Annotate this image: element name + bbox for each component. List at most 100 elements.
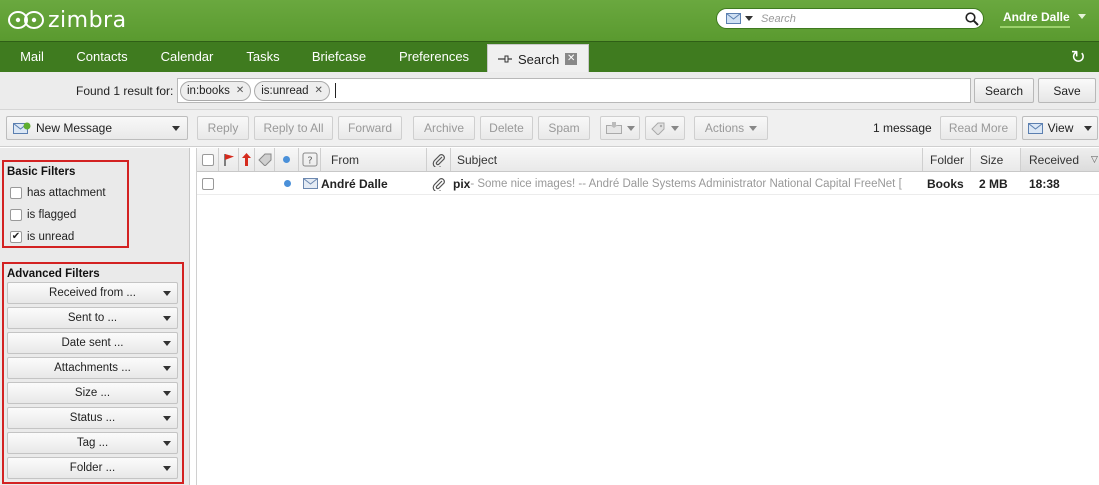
query-chip[interactable]: in:books ✕ (180, 80, 252, 101)
refresh-icon[interactable]: ↻ (1068, 47, 1088, 67)
search-icon[interactable] (961, 9, 983, 28)
remove-chip-icon[interactable]: ✕ (315, 85, 323, 96)
priority-column[interactable] (239, 148, 255, 171)
filter-sent-to[interactable]: Sent to ... (7, 307, 178, 329)
mail-icon (725, 13, 741, 24)
filter-has-attachment[interactable]: has attachment (10, 187, 106, 199)
svg-text:?: ? (307, 156, 312, 167)
chevron-down-icon[interactable] (172, 126, 180, 131)
row-size: 2 MB (979, 176, 1008, 191)
query-input[interactable]: in:books ✕ is:unread ✕ (177, 78, 971, 103)
new-message-button[interactable]: New Message (6, 116, 188, 140)
user-menu[interactable]: Andre Dalle (1000, 10, 1086, 30)
forward-button[interactable]: Forward (338, 116, 402, 140)
new-message-icon (13, 122, 31, 134)
read-more-button[interactable]: Read More (940, 116, 1017, 140)
tab-tasks[interactable]: Tasks (236, 42, 290, 72)
filter-label: has attachment (27, 187, 106, 199)
filter-size[interactable]: Size ... (7, 382, 178, 404)
tab-mail[interactable]: Mail (10, 42, 54, 72)
chevron-down-icon (163, 366, 171, 371)
chevron-down-icon (671, 125, 679, 131)
type-column[interactable]: ? (299, 148, 321, 171)
reply-button[interactable]: Reply (197, 116, 249, 140)
chevron-down-icon (163, 466, 171, 471)
advanced-filters-title: Advanced Filters (7, 268, 100, 280)
read-status-column[interactable] (275, 148, 299, 171)
filter-sidebar: Basic Filters has attachment is flagged … (0, 148, 190, 485)
attachment-column[interactable] (427, 148, 451, 171)
checkbox[interactable] (10, 187, 22, 199)
archive-button[interactable]: Archive (413, 116, 475, 140)
app-tabs: Mail Contacts Calendar Tasks Briefcase P… (0, 41, 1099, 73)
search-button[interactable]: Search (974, 78, 1034, 103)
chevron-down-icon (1084, 125, 1093, 131)
filter-is-flagged[interactable]: is flagged (10, 209, 76, 221)
pin-icon (498, 55, 512, 63)
filter-label: Received from ... (49, 287, 136, 299)
filter-is-unread[interactable]: ✔ is unread (10, 231, 74, 243)
received-header-label: Received (1029, 152, 1080, 167)
filter-received-from[interactable]: Received from ... (7, 282, 178, 304)
view-label: View (1047, 121, 1074, 135)
row-select[interactable] (197, 173, 219, 194)
unread-dot-icon (283, 156, 290, 163)
tab-briefcase[interactable]: Briefcase (304, 42, 374, 72)
flag-column[interactable] (219, 148, 239, 171)
delete-button[interactable]: Delete (480, 116, 533, 140)
reply-all-button[interactable]: Reply to All (254, 116, 333, 140)
spam-button[interactable]: Spam (538, 116, 590, 140)
row-checkbox[interactable] (202, 177, 214, 190)
chevron-down-icon (163, 391, 171, 396)
subject-column-header[interactable]: Subject (451, 148, 923, 171)
tag-column[interactable] (255, 148, 275, 171)
received-column-header[interactable]: Received ▽ (1021, 148, 1099, 171)
tag-icon (257, 153, 271, 166)
tag-button[interactable] (645, 116, 685, 140)
filter-attachments[interactable]: Attachments ... (7, 357, 178, 379)
search-type-dropdown[interactable] (717, 9, 761, 28)
select-all-column[interactable] (197, 148, 219, 171)
tab-search[interactable]: Search ✕ (487, 44, 589, 73)
folder-column-header[interactable]: Folder (923, 148, 971, 171)
chevron-down-icon (163, 291, 171, 296)
select-all-checkbox[interactable] (201, 153, 214, 166)
filter-label: Date sent ... (61, 337, 124, 349)
message-row[interactable]: André Dalle pix - Some nice images! -- A… (197, 173, 1099, 195)
filter-label: Folder ... (69, 462, 116, 474)
remove-chip-icon[interactable]: ✕ (236, 85, 244, 96)
move-button[interactable] (600, 116, 640, 140)
new-message-label: New Message (36, 121, 113, 135)
filter-folder[interactable]: Folder ... (7, 457, 178, 479)
paperclip-icon (432, 153, 445, 167)
checkbox[interactable] (10, 209, 22, 221)
query-chip[interactable]: is:unread ✕ (254, 80, 330, 101)
filter-label: Sent to ... (67, 312, 118, 324)
filter-label: Status ... (69, 412, 116, 424)
app-header: zimbra Andre Dalle (0, 0, 1099, 41)
row-unread[interactable] (275, 173, 299, 194)
close-icon[interactable]: ✕ (565, 53, 578, 65)
tab-preferences[interactable]: Preferences (390, 42, 478, 72)
tab-calendar[interactable]: Calendar (152, 42, 222, 72)
size-column-header[interactable]: Size (971, 148, 1021, 171)
row-from: André Dalle (321, 176, 388, 191)
save-button[interactable]: Save (1038, 78, 1096, 103)
filter-label: Size ... (74, 387, 111, 399)
zimbra-logo[interactable]: zimbra (6, 5, 127, 35)
mail-toolbar: New Message Reply Reply to All Forward A… (0, 110, 1099, 147)
paperclip-icon (432, 177, 445, 191)
actions-button[interactable]: Actions (694, 116, 768, 140)
row-received: 18:38 (1029, 176, 1060, 191)
filter-status[interactable]: Status ... (7, 407, 178, 429)
filter-tag[interactable]: Tag ... (7, 432, 178, 454)
from-column-header[interactable]: From (321, 148, 427, 171)
filter-date-sent[interactable]: Date sent ... (7, 332, 178, 354)
search-input[interactable] (761, 10, 961, 27)
tab-contacts[interactable]: Contacts (68, 42, 136, 72)
view-button[interactable]: View (1022, 116, 1098, 140)
chevron-down-icon (1077, 14, 1086, 19)
checkbox-checked[interactable]: ✔ (10, 231, 22, 243)
zimbra-logo-icon (8, 11, 44, 29)
row-fragment: - Some nice images! -- André Dalle Syste… (470, 177, 902, 190)
